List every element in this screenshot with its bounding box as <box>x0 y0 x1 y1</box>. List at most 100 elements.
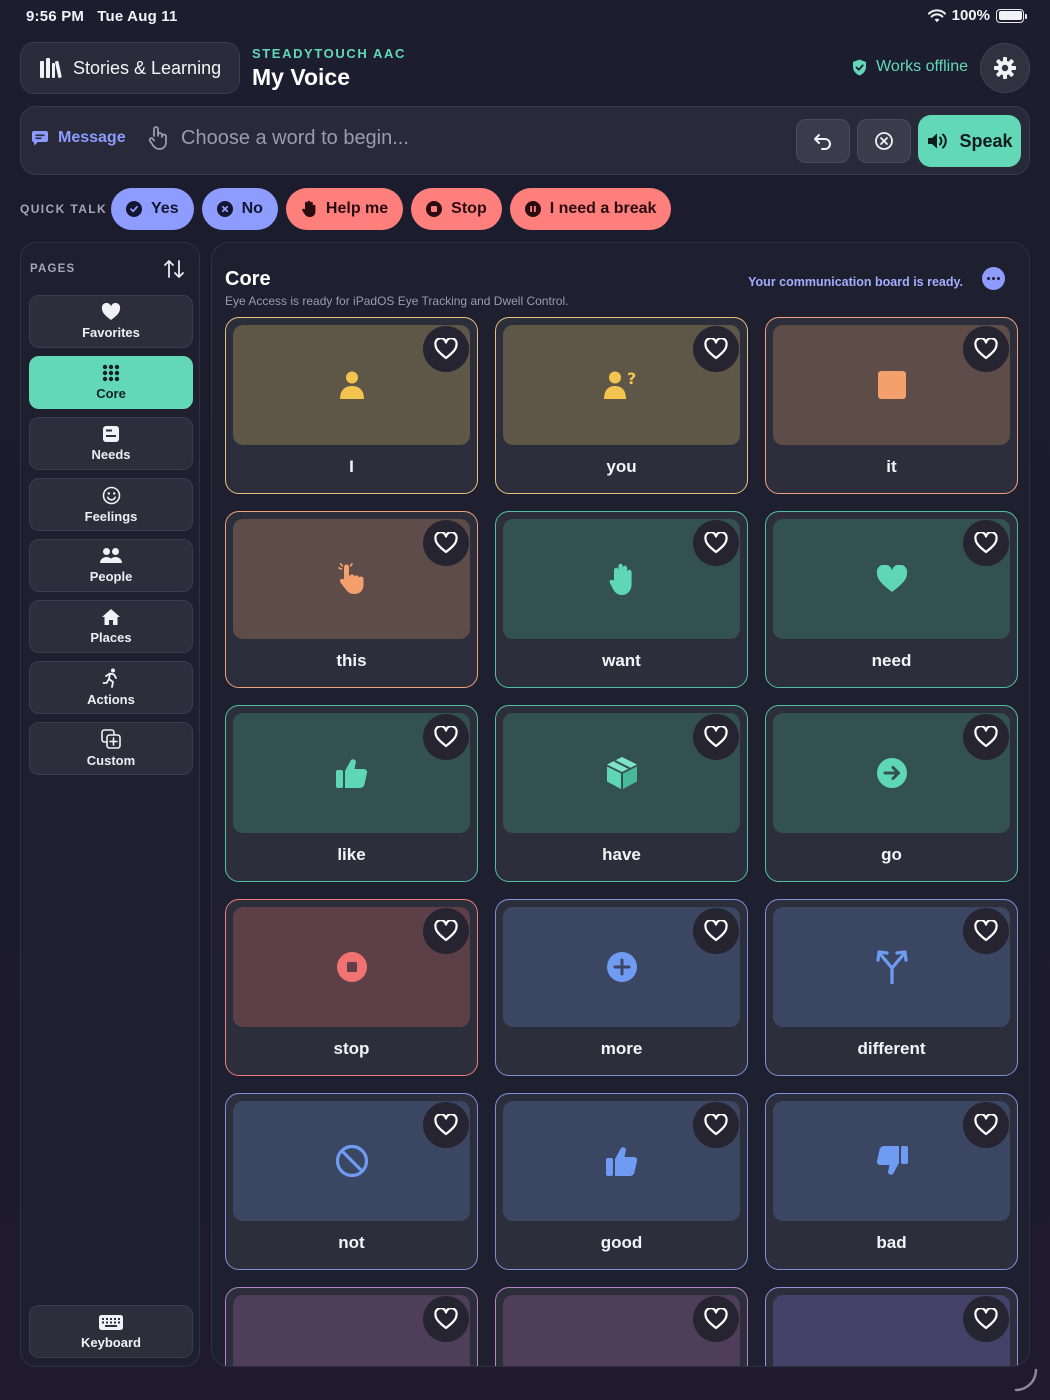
word-tile-it[interactable]: it <box>765 317 1018 494</box>
reorder-pages-button[interactable] <box>163 259 185 284</box>
tile-word: stop <box>333 1039 370 1058</box>
sidebar-item-needs[interactable]: Needs <box>29 417 193 470</box>
keyboard-button[interactable]: Keyboard <box>29 1305 193 1358</box>
sidebar-item-actions[interactable]: Actions <box>29 661 193 714</box>
word-tile-i[interactable]: I <box>225 317 478 494</box>
thumbs-down-icon <box>876 1145 908 1175</box>
word-tile-more[interactable]: more <box>495 899 748 1076</box>
favorite-toggle[interactable] <box>693 520 739 566</box>
heart-outline-icon <box>434 1114 458 1136</box>
tile-word: good <box>600 1233 643 1252</box>
tile-word: not <box>338 1233 365 1252</box>
heart-outline-icon <box>434 338 458 360</box>
word-tile-stop[interactable]: stop <box>225 899 478 1076</box>
sidebar-item-feelings[interactable]: Feelings <box>29 478 193 531</box>
undo-button[interactable] <box>796 119 850 163</box>
favorite-toggle[interactable] <box>693 1102 739 1148</box>
favorite-toggle[interactable] <box>963 1102 1009 1148</box>
word-tile-want[interactable]: want <box>495 511 748 688</box>
list-card-icon <box>103 426 119 442</box>
heart-icon <box>876 565 907 592</box>
person-icon <box>339 371 364 399</box>
message-input[interactable]: Choose a word to begin... <box>147 125 409 151</box>
quick-yes-button[interactable]: Yes <box>111 188 194 230</box>
word-tile-not[interactable]: not <box>225 1093 478 1270</box>
favorite-toggle[interactable] <box>423 908 469 954</box>
heart-outline-icon <box>974 1308 998 1330</box>
tile-word: need <box>871 651 912 670</box>
plus-square-icon <box>101 729 121 749</box>
favorite-toggle[interactable] <box>963 1296 1009 1342</box>
pause-circle-icon <box>524 201 541 217</box>
favorite-toggle[interactable] <box>423 520 469 566</box>
word-tile-have[interactable]: have <box>495 705 748 882</box>
heart-outline-icon <box>704 920 728 942</box>
running-person-icon <box>102 668 117 688</box>
favorite-toggle[interactable] <box>693 326 739 372</box>
quick-help-button[interactable]: Help me <box>285 188 404 230</box>
quick-break-button[interactable]: I need a break <box>509 188 672 230</box>
quick-stop-button[interactable]: Stop <box>411 188 502 230</box>
x-circle-icon <box>216 201 233 217</box>
word-tile-good[interactable]: good <box>495 1093 748 1270</box>
corner-resize-indicator <box>1014 1368 1038 1392</box>
works-offline-label: Works offline <box>876 58 968 75</box>
favorite-toggle[interactable] <box>423 326 469 372</box>
people-icon <box>100 548 122 563</box>
favorite-toggle[interactable] <box>963 326 1009 372</box>
sidebar-item-core[interactable]: Core <box>29 356 193 409</box>
favorite-toggle[interactable] <box>693 714 739 760</box>
quick-talk-row: Yes No Help me Stop I need a break <box>111 188 672 230</box>
smiley-icon <box>102 486 120 504</box>
stories-learning-button[interactable]: Stories & Learning <box>20 42 240 94</box>
word-tile-need[interactable]: need <box>765 511 1018 688</box>
favorite-toggle[interactable] <box>963 908 1009 954</box>
stop-circle-icon <box>336 952 367 982</box>
branch-arrow-icon <box>875 950 908 984</box>
svg-text:?: ? <box>627 370 636 388</box>
brand: STEADYTOUCH AAC My Voice <box>252 46 406 91</box>
word-tile-clap[interactable] <box>225 1287 478 1366</box>
grid-dots-icon <box>102 364 120 382</box>
arrow-right-circle-icon <box>876 758 907 788</box>
heart-outline-icon <box>434 1308 458 1330</box>
page-title: My Voice <box>252 64 350 90</box>
favorite-toggle[interactable] <box>963 714 1009 760</box>
word-tile-this[interactable]: this <box>225 511 478 688</box>
heart-outline-icon <box>974 1114 998 1136</box>
word-tile-question[interactable]: ? <box>765 1287 1018 1366</box>
word-tile-check[interactable] <box>495 1287 748 1366</box>
quick-no-button[interactable]: No <box>201 188 278 230</box>
person-question-icon: ? <box>603 370 636 399</box>
sidebar-item-favorites[interactable]: Favorites <box>29 295 193 348</box>
word-tile-go[interactable]: go <box>765 705 1018 882</box>
heart-outline-icon <box>434 726 458 748</box>
board-more-button[interactable] <box>982 267 1005 290</box>
clear-button[interactable] <box>857 119 911 163</box>
settings-button[interactable] <box>980 43 1030 93</box>
sidebar-item-places[interactable]: Places <box>29 600 193 653</box>
pointing-hand-icon <box>337 563 363 594</box>
favorite-toggle[interactable] <box>963 520 1009 566</box>
board-status: Your communication board is ready. <box>748 275 963 289</box>
speak-button[interactable]: Speak <box>918 115 1021 167</box>
sort-arrows-icon <box>164 260 184 278</box>
clear-circle-icon <box>875 132 893 150</box>
word-tile-like[interactable]: like <box>225 705 478 882</box>
favorite-toggle[interactable] <box>423 714 469 760</box>
word-tile-different[interactable]: different <box>765 899 1018 1076</box>
word-tile-bad[interactable]: bad <box>765 1093 1018 1270</box>
message-placeholder: Choose a word to begin... <box>181 126 409 149</box>
favorite-toggle[interactable] <box>423 1296 469 1342</box>
word-tile-you[interactable]: ? you <box>495 317 748 494</box>
favorite-toggle[interactable] <box>693 908 739 954</box>
favorite-toggle[interactable] <box>693 1296 739 1342</box>
tile-word: it <box>886 457 897 476</box>
sidebar-item-people[interactable]: People <box>29 539 193 592</box>
favorite-toggle[interactable] <box>423 1102 469 1148</box>
prohibited-icon <box>335 1144 368 1178</box>
tile-word: go <box>881 845 902 864</box>
sidebar-item-custom[interactable]: Custom <box>29 722 193 775</box>
tile-word: I <box>349 457 354 476</box>
undo-icon <box>814 134 831 150</box>
